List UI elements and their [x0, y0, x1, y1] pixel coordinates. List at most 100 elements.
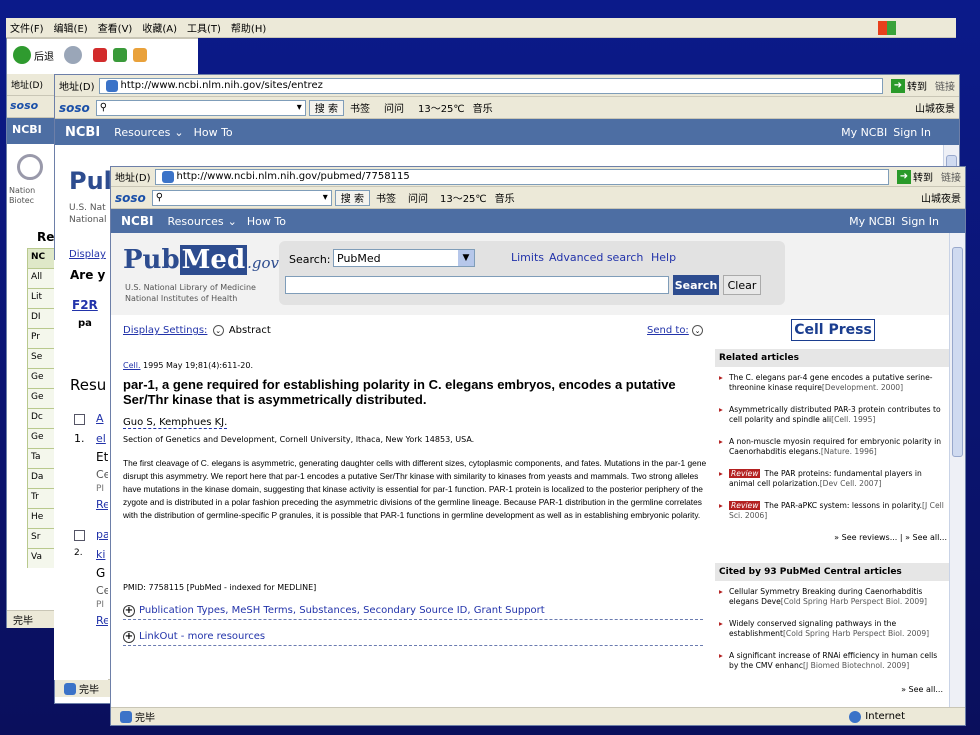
middle-url-field[interactable]: http://www.ncbi.nlm.nih.gov/sites/entrez [98, 77, 883, 94]
search-button[interactable]: Search [673, 275, 719, 295]
back-button-label[interactable]: 后退 [34, 48, 54, 63]
resources-menu[interactable]: Resources [167, 215, 223, 228]
resources-menu[interactable]: Resources [114, 126, 170, 139]
ncbi-logo[interactable]: NCBI [65, 125, 100, 140]
back-arrow-icon[interactable] [13, 46, 31, 64]
menu-help[interactable]: 帮助(H) [231, 20, 266, 35]
middle-go-button[interactable]: ➜ 转到 [891, 78, 927, 93]
left-sidebar-item[interactable]: All [27, 268, 54, 288]
search-input[interactable] [285, 276, 669, 294]
front-url-field[interactable]: http://www.ncbi.nlm.nih.gov/pubmed/77581… [154, 168, 889, 185]
bookmark-label[interactable]: 书签 [350, 100, 370, 115]
left-sidebar-item[interactable]: Ge [27, 368, 54, 388]
publisher-logo[interactable]: Cell Press [791, 319, 875, 341]
menu-favorites[interactable]: 收藏(A) [142, 20, 177, 35]
clear-button[interactable]: Clear [723, 275, 761, 295]
cited-article-item[interactable]: ▸ Widely conserved signaling pathways in … [719, 619, 947, 645]
left-sidebar-item[interactable]: Dc [27, 408, 54, 428]
menu-edit[interactable]: 编辑(E) [54, 20, 88, 35]
weather-label[interactable]: 13～25℃ [418, 100, 465, 115]
limits-link[interactable]: Limits [511, 251, 544, 264]
affiliation: Section of Genetics and Development, Cor… [123, 435, 475, 444]
related-article-item[interactable]: ▸ A non-muscle myosin required for embryo… [719, 437, 947, 463]
left-sidebar-item[interactable]: He [27, 508, 54, 528]
cited-article-item[interactable]: ▸ A significant increase of RNAi efficien… [719, 651, 947, 677]
links-label[interactable]: 链接 [941, 169, 961, 184]
results-heading: Resu [70, 376, 107, 394]
related-article-title[interactable]: The PAR-aPKC system: lessons in polarity… [764, 501, 922, 510]
refresh-icon[interactable] [113, 48, 127, 62]
left-sidebar-item[interactable]: Ge [27, 388, 54, 408]
f2r-link[interactable]: F2R [72, 298, 98, 312]
front-scrollbar[interactable] [949, 233, 965, 707]
left-sidebar-item[interactable]: DI [27, 308, 54, 328]
left-sidebar-item[interactable]: Sr [27, 528, 54, 548]
weather-label[interactable]: 13～25℃ [440, 190, 487, 205]
left-sidebar-item[interactable]: Va [27, 548, 54, 568]
result-2-num: 2. [74, 548, 83, 558]
left-sidebar-item[interactable]: Ta [27, 448, 54, 468]
stop-icon[interactable] [93, 48, 107, 62]
related-article-item[interactable]: ▸ Review The PAR-aPKC system: lessons in p… [719, 501, 947, 527]
pub-types-row[interactable]: + Publication Types, MeSH Terms, Substanc… [123, 605, 703, 620]
menu-view[interactable]: 查看(V) [98, 20, 133, 35]
related-article-item[interactable]: ▸ Review The PAR proteins: fundamental pla… [719, 469, 947, 495]
sign-in-link[interactable]: Sign In [901, 215, 939, 228]
linkout-row[interactable]: + LinkOut - more resources [123, 631, 703, 646]
links-label[interactable]: 链接 [935, 78, 955, 93]
forward-arrow-icon[interactable] [64, 46, 82, 64]
front-soso-search-button[interactable]: 搜 索 [334, 189, 370, 206]
result-2-checkbox[interactable] [74, 530, 85, 541]
front-go-button[interactable]: ➜ 转到 [897, 169, 933, 184]
left-sidebar-item[interactable]: Ge [27, 428, 54, 448]
result-1-link[interactable]: el [96, 432, 106, 445]
windows-logo-icon [878, 20, 896, 35]
music-label[interactable]: 音乐 [473, 100, 493, 115]
database-select[interactable]: PubMed ▼ [333, 249, 475, 267]
bookmark-label[interactable]: 书签 [376, 190, 396, 205]
home-icon[interactable] [133, 48, 147, 62]
left-sidebar-item[interactable]: NC [27, 248, 54, 268]
my-ncbi-link[interactable]: My NCBI [841, 126, 887, 139]
journal-link[interactable]: Cell. [123, 361, 141, 370]
result-2-p[interactable]: pa [96, 528, 108, 541]
left-sidebar-item[interactable]: Lit [27, 288, 54, 308]
result-1-re[interactable]: Re [96, 498, 108, 511]
middle-soso-search-button[interactable]: 搜 索 [308, 99, 344, 116]
my-ncbi-link[interactable]: My NCBI [849, 215, 895, 228]
see-reviews-row[interactable]: » See reviews... | » See all... [834, 533, 947, 542]
pubmed-logo[interactable]: PubMed .gov [123, 245, 279, 275]
left-sidebar-item[interactable]: Da [27, 468, 54, 488]
help-link[interactable]: Help [651, 251, 676, 264]
left-sidebar-item[interactable]: Pr [27, 328, 54, 348]
related-article-item[interactable]: ▸ Asymmetrically distributed PAR-3 protei… [719, 405, 947, 431]
sign-in-link[interactable]: Sign In [893, 126, 931, 139]
left-sidebar-item[interactable]: Se [27, 348, 54, 368]
ask-label[interactable]: 问问 [384, 100, 404, 115]
menu-tools[interactable]: 工具(T) [187, 20, 221, 35]
send-to-link[interactable]: Send to: [647, 325, 689, 336]
cited-article-item[interactable]: ▸ Cellular Symmetry Breaking during Caeno… [719, 587, 947, 613]
music-label[interactable]: 音乐 [495, 190, 515, 205]
related-article-item[interactable]: ▸ The C. elegans par-4 gene encodes a put… [719, 373, 947, 399]
howto-menu[interactable]: How To [247, 215, 286, 228]
advanced-search-link[interactable]: Advanced search [549, 251, 643, 264]
display-settings-link[interactable]: Display Settings: [123, 325, 207, 336]
result-1-checkbox[interactable] [74, 414, 85, 425]
result-1-a[interactable]: A [96, 412, 104, 425]
extra-label[interactable]: 山城夜景 [921, 190, 961, 205]
menu-file[interactable]: 文件(F) [10, 20, 44, 35]
howto-menu[interactable]: How To [194, 126, 233, 139]
result-2-link[interactable]: ki [96, 548, 105, 561]
authors-link[interactable]: Guo S, Kemphues KJ. [123, 417, 228, 429]
extra-label[interactable]: 山城夜景 [915, 100, 955, 115]
front-soso-search[interactable]: ⚲ ▾ [151, 189, 332, 206]
result-2-re[interactable]: Re [96, 614, 108, 627]
middle-display-link[interactable]: Display [69, 249, 106, 260]
see-all-link[interactable]: » See all... [901, 685, 943, 694]
middle-soso-search[interactable]: ⚲ ▾ [95, 99, 306, 116]
send-to-group[interactable]: Send to: ⌄ [647, 325, 703, 336]
ask-label[interactable]: 问问 [408, 190, 428, 205]
left-sidebar-item[interactable]: Tr [27, 488, 54, 508]
ncbi-logo[interactable]: NCBI [121, 214, 153, 228]
